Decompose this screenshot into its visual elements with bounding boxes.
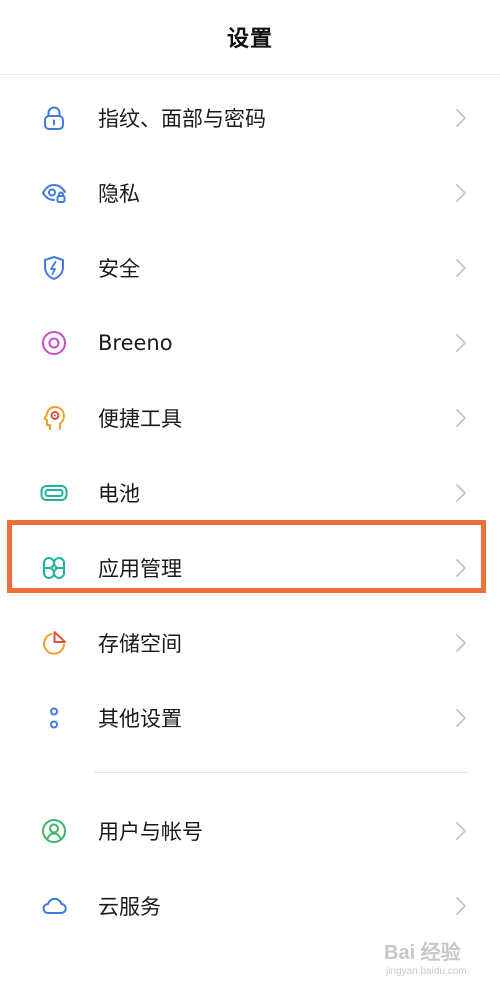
chevron-right-icon — [453, 107, 469, 129]
breeno-icon — [40, 329, 68, 357]
baidu-jingyan-watermark: Bai 经验 jingyan.baidu.com — [380, 928, 496, 984]
privacy-eye-icon — [40, 179, 68, 207]
watermark-url: jingyan.baidu.com — [386, 966, 467, 977]
settings-item-label: 云服务 — [98, 894, 161, 919]
settings-item-label: 其他设置 — [98, 706, 182, 731]
chevron-right-icon — [453, 895, 469, 917]
settings-item-storage[interactable]: 存储空间 — [0, 605, 500, 680]
settings-item-label: 电池 — [98, 481, 140, 506]
pie-chart-icon — [40, 629, 68, 657]
settings-item-privacy[interactable]: 隐私 — [0, 155, 500, 230]
settings-item-fingerprint-face-password[interactable]: 指纹、面部与密码 — [0, 80, 500, 155]
settings-item-users-accounts[interactable]: 用户与帐号 — [0, 793, 500, 868]
settings-item-label: 安全 — [98, 256, 140, 281]
settings-item-label: 用户与帐号 — [98, 819, 203, 844]
head-tool-icon — [40, 404, 68, 432]
chevron-right-icon — [453, 332, 469, 354]
more-dots-icon — [40, 704, 68, 732]
settings-item-label: 隐私 — [98, 181, 140, 206]
settings-item-breeno[interactable]: Breeno — [0, 305, 500, 380]
chevron-right-icon — [453, 257, 469, 279]
watermark-text: Bai 经验 — [384, 942, 461, 964]
settings-item-label: 存储空间 — [98, 631, 182, 656]
chevron-right-icon — [453, 820, 469, 842]
chevron-right-icon — [453, 632, 469, 654]
apps-grid-icon — [40, 554, 68, 582]
battery-icon — [40, 479, 68, 507]
chevron-right-icon — [453, 482, 469, 504]
chevron-right-icon — [453, 707, 469, 729]
chevron-right-icon — [453, 407, 469, 429]
shield-bolt-icon — [40, 254, 68, 282]
settings-item-battery[interactable]: 电池 — [0, 455, 500, 530]
page-title: 设置 — [226, 27, 273, 52]
lock-icon — [40, 104, 68, 132]
settings-item-label: 指纹、面部与密码 — [98, 106, 266, 131]
user-icon — [40, 817, 68, 845]
cloud-icon — [40, 892, 68, 920]
settings-item-other-settings[interactable]: 其他设置 — [0, 680, 500, 755]
settings-item-security[interactable]: 安全 — [0, 230, 500, 305]
settings-item-label: Breeno — [98, 330, 173, 355]
chevron-right-icon — [453, 557, 469, 579]
settings-item-label: 应用管理 — [98, 556, 182, 581]
settings-item-app-management[interactable]: 应用管理 — [0, 530, 500, 605]
section-divider — [94, 772, 468, 773]
chevron-right-icon — [453, 182, 469, 204]
title-bar: 设置 — [0, 0, 500, 75]
settings-item-label: 便捷工具 — [98, 406, 182, 431]
settings-item-convenience-tools[interactable]: 便捷工具 — [0, 380, 500, 455]
